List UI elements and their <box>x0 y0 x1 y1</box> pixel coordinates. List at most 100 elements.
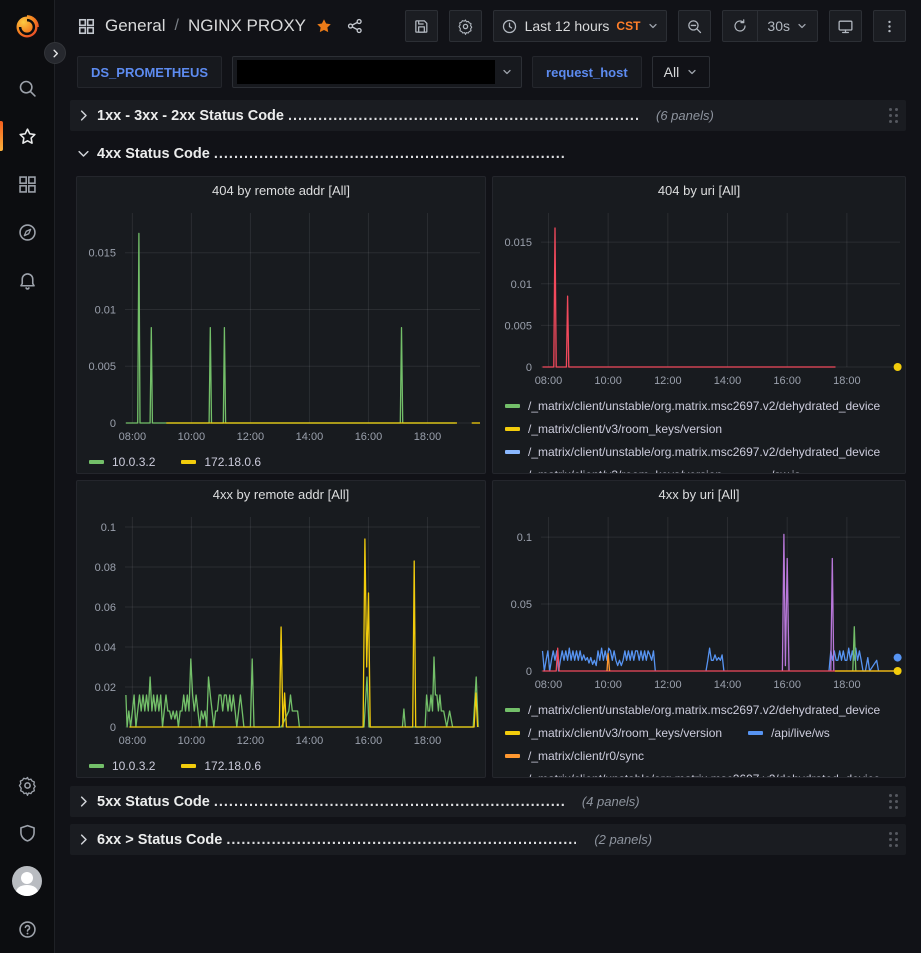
grafana-logo[interactable] <box>12 12 42 44</box>
refresh-interval-select[interactable]: 30s <box>757 11 817 41</box>
dashboard-squares-icon <box>77 17 96 36</box>
panel-4xx-by-remote-addr: 4xx by remote addr [All] 00.020.040.060.… <box>76 480 486 778</box>
row-drag-handle[interactable] <box>889 794 898 809</box>
legend-item[interactable]: 10.0.3.2 <box>89 759 155 773</box>
svg-text:14:00: 14:00 <box>714 375 742 387</box>
dashboard-navbar: General / NGINX PROXY Last 12 hours CST <box>55 0 921 52</box>
legend-label: /_matrix/client/unstable/org.matrix.msc2… <box>528 772 880 779</box>
share-icon[interactable] <box>346 17 364 35</box>
sidebar-item-help[interactable] <box>0 905 55 953</box>
save-icon <box>413 18 430 35</box>
legend-item[interactable]: 10.0.3.2 <box>89 455 155 469</box>
timeseries-chart-404-by-remote-addr[interactable]: 00.0050.010.01508:0010:0012:0014:0016:00… <box>77 203 485 447</box>
request-host-variable-label: request_host <box>532 56 642 88</box>
row-title: 6xx > Status Code <box>97 832 222 848</box>
cycle-view-mode-button[interactable] <box>829 10 862 42</box>
sidebar-item-dashboards[interactable] <box>0 160 55 208</box>
row-6xx[interactable]: 6xx > Status Code ......................… <box>70 824 906 855</box>
legend-row: /_matrix/client/unstable/org.matrix.msc2… <box>505 440 893 463</box>
zoom-out-time-button[interactable] <box>678 10 711 42</box>
sidebar-item-configuration[interactable] <box>0 761 55 809</box>
legend-item[interactable]: /_matrix/client/unstable/org.matrix.msc2… <box>505 445 880 459</box>
request-host-variable-select[interactable]: All <box>652 56 711 88</box>
chevron-right-icon <box>76 794 91 809</box>
legend-item[interactable]: /_matrix/client/r0/sync <box>505 749 644 763</box>
svg-text:12:00: 12:00 <box>237 431 265 443</box>
legend-item[interactable]: /_matrix/client/unstable/org.matrix.msc2… <box>505 399 880 413</box>
panel-header[interactable]: 4xx by uri [All] <box>493 481 905 507</box>
legend-label: /_matrix/client/unstable/org.matrix.msc2… <box>528 445 880 459</box>
sidebar-item-alerting[interactable] <box>0 256 55 304</box>
legend-label: /sw.js <box>771 468 800 475</box>
legend-label: /_matrix/client/v3/room_keys/version <box>528 726 722 740</box>
save-dashboard-button[interactable] <box>405 10 438 42</box>
legend-swatch <box>505 450 520 454</box>
sidebar-expand-button[interactable] <box>44 42 66 64</box>
row-1xx-3xx-2xx[interactable]: 1xx - 3xx - 2xx Status Code ............… <box>70 100 906 131</box>
panel-legend: /_matrix/client/unstable/org.matrix.msc2… <box>493 695 905 778</box>
sidebar-item-starred[interactable] <box>0 112 55 160</box>
breadcrumb-dashboard-title[interactable]: NGINX PROXY <box>188 16 306 36</box>
row-4xx[interactable]: 4xx Status Code ........................… <box>70 138 906 169</box>
more-options-button[interactable] <box>873 10 906 42</box>
legend-item[interactable]: /_matrix/client/v3/room_keys/version <box>505 468 722 475</box>
refresh-button[interactable] <box>723 11 757 41</box>
legend-item[interactable]: /_matrix/client/v3/room_keys/version <box>505 422 722 436</box>
legend-item[interactable]: /sw.js <box>748 468 800 475</box>
svg-text:16:00: 16:00 <box>773 375 801 387</box>
panel-header[interactable]: 404 by uri [All] <box>493 177 905 203</box>
panel-title: 4xx by uri [All] <box>659 487 740 502</box>
svg-text:18:00: 18:00 <box>833 679 861 691</box>
svg-text:0.015: 0.015 <box>504 237 532 249</box>
zoom-out-icon <box>686 18 703 35</box>
svg-text:10:00: 10:00 <box>594 375 622 387</box>
row-leader-dots: ........................................… <box>214 146 564 162</box>
row-panel-count: (4 panels) <box>582 794 640 809</box>
row-drag-handle[interactable] <box>889 832 898 847</box>
svg-text:14:00: 14:00 <box>296 431 324 443</box>
monitor-icon <box>837 18 854 35</box>
legend-item[interactable]: /api/live/ws <box>748 726 830 740</box>
datasource-variable-select[interactable] <box>232 56 522 88</box>
timeseries-chart-4xx-by-uri[interactable]: 00.050.108:0010:0012:0014:0016:0018:00 <box>493 507 905 695</box>
svg-text:16:00: 16:00 <box>773 679 801 691</box>
legend-row: /_matrix/client/unstable/org.matrix.msc2… <box>505 767 893 778</box>
chevron-down-icon <box>647 20 659 32</box>
legend-item[interactable]: 172.18.0.6 <box>181 759 261 773</box>
svg-text:08:00: 08:00 <box>535 679 563 691</box>
legend-label: /_matrix/client/v3/room_keys/version <box>528 468 722 475</box>
legend-item[interactable]: /_matrix/client/v3/room_keys/version <box>505 726 722 740</box>
legend-item[interactable]: /_matrix/client/unstable/org.matrix.msc2… <box>505 772 880 779</box>
panel-legend: /_matrix/client/unstable/org.matrix.msc2… <box>493 391 905 474</box>
svg-text:18:00: 18:00 <box>414 431 442 443</box>
dashboard-settings-button[interactable] <box>449 10 482 42</box>
panel-grid: 404 by remote addr [All] 00.0050.010.015… <box>70 176 906 778</box>
legend-row: /_matrix/client/v3/room_keys/version/sw.… <box>505 463 893 474</box>
row-5xx[interactable]: 5xx Status Code ........................… <box>70 786 906 817</box>
timeseries-chart-4xx-by-remote-addr[interactable]: 00.020.040.060.080.108:0010:0012:0014:00… <box>77 507 485 751</box>
row-leader-dots: ........................................… <box>288 108 638 124</box>
legend-item[interactable]: /_matrix/client/unstable/org.matrix.msc2… <box>505 703 880 717</box>
panel-header[interactable]: 404 by remote addr [All] <box>77 177 485 203</box>
svg-text:12:00: 12:00 <box>654 679 682 691</box>
sidebar-item-server-admin[interactable] <box>0 809 55 857</box>
panel-header[interactable]: 4xx by remote addr [All] <box>77 481 485 507</box>
time-range-picker[interactable]: Last 12 hours CST <box>493 10 668 42</box>
legend-swatch <box>505 708 520 712</box>
sidebar-item-search[interactable] <box>0 64 55 112</box>
sidebar-item-profile[interactable] <box>0 857 55 905</box>
legend-row: 10.0.3.2 172.18.0.6 <box>89 754 473 777</box>
svg-text:08:00: 08:00 <box>535 375 563 387</box>
legend-swatch <box>748 473 763 475</box>
favorite-star-icon[interactable] <box>315 17 333 35</box>
row-drag-handle[interactable] <box>889 108 898 123</box>
legend-swatch <box>89 460 104 464</box>
sidebar-item-explore[interactable] <box>0 208 55 256</box>
timeseries-chart-404-by-uri[interactable]: 00.0050.010.01508:0010:0012:0014:0016:00… <box>493 203 905 391</box>
legend-item[interactable]: 172.18.0.6 <box>181 455 261 469</box>
legend-swatch <box>505 427 520 431</box>
svg-text:16:00: 16:00 <box>355 431 383 443</box>
panel-4xx-by-uri: 4xx by uri [All] 00.050.108:0010:0012:00… <box>492 480 906 778</box>
chevron-down-icon <box>501 66 513 78</box>
breadcrumb-folder[interactable]: General <box>105 16 165 36</box>
